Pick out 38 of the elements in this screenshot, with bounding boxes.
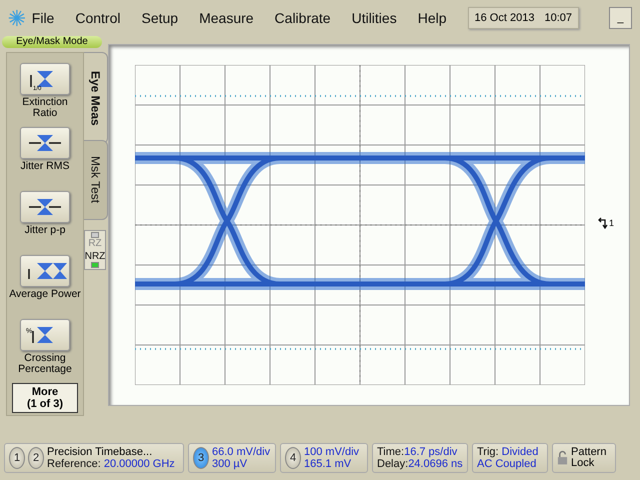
channel-scale: 100 mV/div (304, 446, 360, 458)
timebase-title: Precision Timebase... (47, 446, 154, 458)
time-text: 10:07 (544, 12, 572, 24)
delay-text: Delay:24.0696 ns (377, 458, 463, 470)
menu-item[interactable]: File (32, 10, 54, 26)
trigger-coupling-text: AC Coupled (477, 458, 538, 470)
channel-scale: 66.0 mV/div (212, 446, 270, 458)
mode-indicator: Eye/Mask Mode (2, 36, 102, 48)
channel-button[interactable]: 3 (193, 447, 209, 469)
menu-item[interactable]: Calibrate (274, 10, 331, 26)
menu-item[interactable]: Setup (141, 10, 178, 26)
menu-item[interactable]: Measure (199, 10, 254, 26)
trigger-source-text: Trig: Divided (477, 446, 538, 458)
side-tab[interactable]: Msk Test (84, 140, 108, 220)
channel-offset: 300 µV (212, 458, 248, 470)
reference-text: Reference: 20.00000 GHz (47, 458, 175, 470)
time-panel[interactable]: Time:16.7 ps/div Delay:24.0696 ns (372, 443, 468, 473)
marker-label: 1 (609, 218, 614, 228)
more-button[interactable]: More (1 of 3) (12, 383, 78, 413)
trigger-panel[interactable]: Trig: Divided AC Coupled (472, 443, 548, 473)
side-tab[interactable]: Eye Meas (84, 52, 108, 144)
date-text: 16 Oct 2013 (474, 12, 534, 24)
measure-label: Average Power (9, 289, 81, 302)
measure-label: Extinction Ratio (21, 97, 69, 119)
menu-item[interactable]: Control (75, 10, 120, 26)
measure-label: Crossing Percentage (17, 353, 73, 375)
channel-button[interactable]: 1 (9, 447, 25, 469)
measure-label: Jitter p-p (24, 225, 66, 238)
minimize-button[interactable]: _ (608, 7, 632, 29)
measure-label: Jitter RMS (19, 161, 70, 174)
menu-item[interactable]: Help (418, 10, 446, 26)
pattern-lock-button[interactable]: Pattern Lock (552, 443, 616, 473)
time-scale-text: Time:16.7 ps/div (377, 446, 458, 458)
channel-button[interactable]: 4 (285, 447, 301, 469)
pattern-type-option[interactable]: NRZ (84, 250, 106, 269)
menu-item[interactable]: Utilities (352, 10, 397, 26)
channel-button[interactable]: 2 (28, 447, 44, 469)
channel-offset: 165.1 mV (304, 458, 352, 470)
